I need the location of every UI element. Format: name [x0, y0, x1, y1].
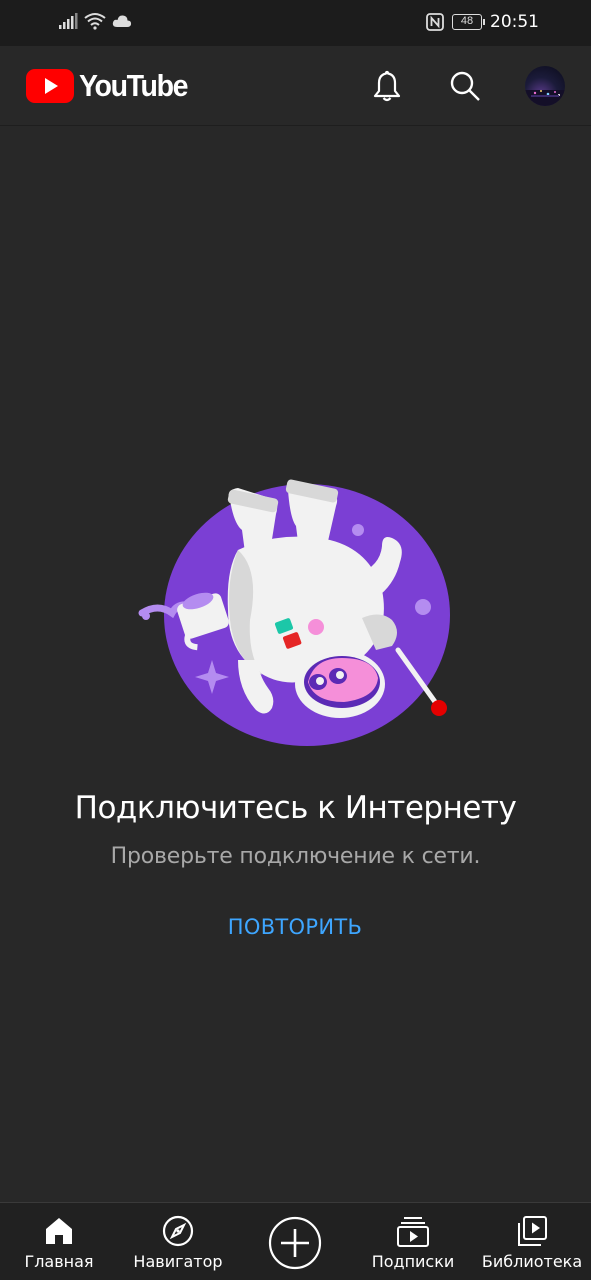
- create-icon: [268, 1216, 322, 1270]
- notifications-button[interactable]: [367, 66, 407, 106]
- library-icon: [516, 1215, 548, 1247]
- retry-button[interactable]: ПОВТОРИТЬ: [195, 905, 395, 949]
- search-button[interactable]: [445, 66, 485, 106]
- nav-label-home: Главная: [24, 1252, 94, 1271]
- bottom-navigation: Главная Навигатор Подписки Библиотека: [0, 1202, 591, 1280]
- bell-icon: [373, 70, 401, 102]
- app-header: YouTube: [0, 46, 591, 126]
- status-right: 48 20:51: [426, 12, 539, 32]
- no-connection-illustration: [130, 470, 470, 760]
- create-button[interactable]: [268, 1216, 322, 1270]
- nav-label-library: Библиотека: [481, 1252, 583, 1271]
- nav-item-explore[interactable]: Навигатор: [128, 1203, 228, 1280]
- status-left: [58, 12, 132, 30]
- status-time: 20:51: [490, 12, 539, 32]
- search-icon: [450, 71, 480, 101]
- signal-icon: [59, 13, 78, 29]
- empty-state-subtitle: Проверьте подключение к сети.: [110, 844, 481, 869]
- astronaut-illustration: [138, 479, 450, 746]
- nav-item-subscriptions[interactable]: Подписки: [368, 1203, 458, 1280]
- youtube-play-icon: [26, 69, 74, 103]
- avatar-image: [525, 90, 565, 106]
- cloud-icon: [112, 15, 132, 27]
- logo-text: YouTube: [79, 68, 188, 103]
- compass-icon: [162, 1215, 194, 1247]
- battery-indicator: 48: [452, 14, 485, 30]
- nfc-icon: [426, 13, 444, 31]
- nav-item-home[interactable]: Главная: [14, 1203, 104, 1280]
- youtube-logo[interactable]: YouTube: [26, 68, 197, 104]
- nav-item-library[interactable]: Библиотека: [480, 1203, 584, 1280]
- nav-label-explore: Навигатор: [133, 1252, 223, 1271]
- empty-state-title: Подключитесь к Интернету: [74, 790, 517, 826]
- subscriptions-icon: [396, 1215, 430, 1247]
- avatar[interactable]: [525, 66, 565, 106]
- wifi-icon: [84, 13, 106, 30]
- nav-label-subscriptions: Подписки: [371, 1252, 455, 1271]
- home-icon: [44, 1215, 74, 1247]
- status-bar: 48 20:51: [0, 0, 591, 46]
